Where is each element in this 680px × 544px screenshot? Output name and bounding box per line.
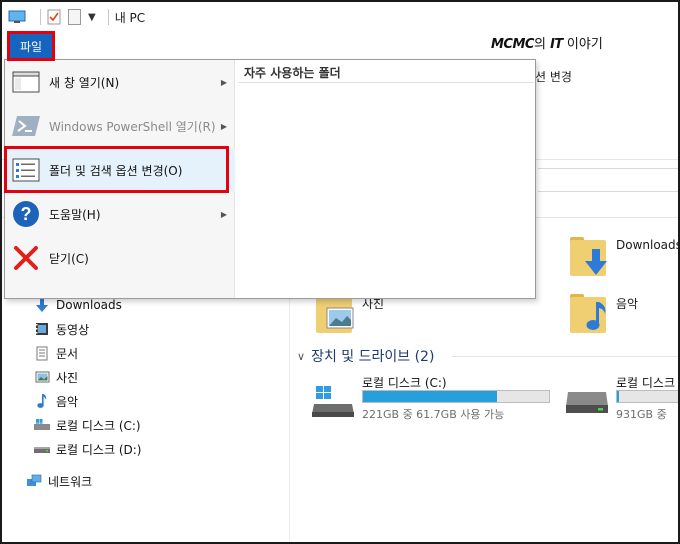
nav-item-label: 로컬 디스크 (D:) <box>56 442 142 457</box>
submenu-arrow-icon: ▶ <box>220 121 227 131</box>
svg-text:?: ? <box>21 204 32 224</box>
frequent-folders-divider <box>238 82 534 83</box>
new-window-icon <box>11 68 41 96</box>
nav-item-pictures[interactable]: 사진 <box>34 366 78 388</box>
drive-usage-fill <box>617 391 620 402</box>
toolbar-separator <box>107 9 109 25</box>
watermark-brand: MCMC <box>491 37 534 52</box>
watermark: MCMC의 IT 이야기 <box>491 33 603 52</box>
help-icon: ? <box>11 200 41 228</box>
menu-item-help[interactable]: ? 도움말(H) ▶ <box>5 192 235 236</box>
drive-name: 로컬 디스크 <box>616 376 676 390</box>
menu-item-label: 닫기(C) <box>49 251 89 266</box>
properties-icon[interactable] <box>47 9 61 25</box>
close-icon <box>11 244 41 272</box>
film-icon <box>34 321 50 337</box>
menu-item-new-window[interactable]: 새 창 열기(N) ▶ <box>5 60 235 104</box>
nav-item-network[interactable]: 네트워크 <box>26 470 92 492</box>
nav-item-drive-d[interactable]: 로컬 디스크 (D:) <box>34 438 141 460</box>
picture-icon <box>34 369 50 385</box>
title-bar: ▼ 내 PC <box>2 2 678 32</box>
drive-free-space: 931GB 중 <box>616 408 667 421</box>
drive-name: 로컬 디스크 (C:) <box>362 376 447 390</box>
nav-item-label: 로컬 디스크 (C:) <box>56 418 141 433</box>
customize-toolbar-dropdown-icon[interactable]: ▼ <box>88 12 96 23</box>
toolbar-separator <box>40 9 41 25</box>
nav-item-label: Downloads <box>56 298 122 312</box>
folder-tile-downloads[interactable]: Downloads <box>566 234 680 278</box>
submenu-arrow-icon: ▶ <box>220 77 227 87</box>
music-folder-icon <box>566 291 610 335</box>
folder-tile-music[interactable]: 음악 <box>566 291 638 335</box>
quick-access-toolbar: ▼ <box>8 2 115 32</box>
nav-item-label: 동영상 <box>56 322 90 337</box>
nav-item-label: 사진 <box>56 370 79 385</box>
menu-item-label: Windows PowerShell 열기(R) <box>49 119 216 134</box>
explorer-window: ▼ 내 PC MCMC의 IT 이야기 션 변경 Downloads 동영상 문… <box>0 0 680 544</box>
ribbon-options-button-partial[interactable]: 션 변경 <box>535 68 572 85</box>
menu-item-open-powershell[interactable]: Windows PowerShell 열기(R) ▶ <box>5 104 235 148</box>
folder-label: 사진 <box>362 297 385 311</box>
chevron-down-icon: ∨ <box>297 349 306 363</box>
devices-section-header[interactable]: ∨ 장치 및 드라이브 (2) <box>297 346 434 366</box>
menu-item-label: 도움말(H) <box>49 207 101 222</box>
nav-item-music[interactable]: 음악 <box>34 390 78 412</box>
nav-item-videos[interactable]: 동영상 <box>34 318 89 340</box>
drive-usage-bar <box>362 390 550 403</box>
watermark-mid: 의 <box>533 37 551 52</box>
network-icon <box>26 473 42 489</box>
drive-free-space: 221GB 중 61.7GB 사용 가능 <box>362 408 505 421</box>
nav-item-label: 음악 <box>56 394 79 409</box>
downloads-folder-icon <box>566 234 610 278</box>
frequent-folders-title: 자주 사용하는 폴더 <box>244 66 341 80</box>
watermark-tail: 이야기 <box>562 37 603 52</box>
folder-label: Downloads <box>616 238 680 252</box>
watermark-it: IT <box>550 37 563 52</box>
new-folder-icon[interactable] <box>68 9 81 25</box>
submenu-arrow-icon: ▶ <box>220 209 227 219</box>
powershell-icon <box>11 112 41 140</box>
drive-icon <box>34 441 50 457</box>
music-note-icon <box>34 393 50 409</box>
highlight-annotation-box <box>4 146 229 193</box>
drive-tile-c[interactable]: 로컬 디스크 (C:) 221GB 중 61.7GB 사용 가능 <box>308 370 554 421</box>
download-arrow-icon <box>34 297 50 313</box>
drive-windows-icon <box>34 417 50 433</box>
nav-item-drive-c[interactable]: 로컬 디스크 (C:) <box>34 414 141 436</box>
file-tab[interactable]: 파일 <box>7 31 55 61</box>
drive-usage-bar <box>616 390 678 403</box>
drive-usage-fill <box>363 391 497 402</box>
search-box[interactable] <box>538 168 678 192</box>
folder-label: 음악 <box>616 297 639 311</box>
menu-item-close[interactable]: 닫기(C) <box>5 236 235 280</box>
menu-item-label: 새 창 열기(N) <box>49 75 120 90</box>
nav-item-label: 문서 <box>56 346 79 361</box>
this-pc-icon[interactable] <box>8 10 26 24</box>
drive-tile-d[interactable]: 로컬 디스크 931GB 중 <box>562 370 678 421</box>
drive-windows-icon <box>312 386 354 417</box>
window-title: 내 PC <box>114 10 146 25</box>
devices-section-label: 장치 및 드라이브 (2) <box>311 349 435 365</box>
nav-item-documents[interactable]: 문서 <box>34 342 78 364</box>
drive-icon <box>566 392 608 413</box>
nav-item-label: 네트워크 <box>48 474 93 489</box>
section-divider <box>452 356 678 357</box>
document-icon <box>34 345 50 361</box>
